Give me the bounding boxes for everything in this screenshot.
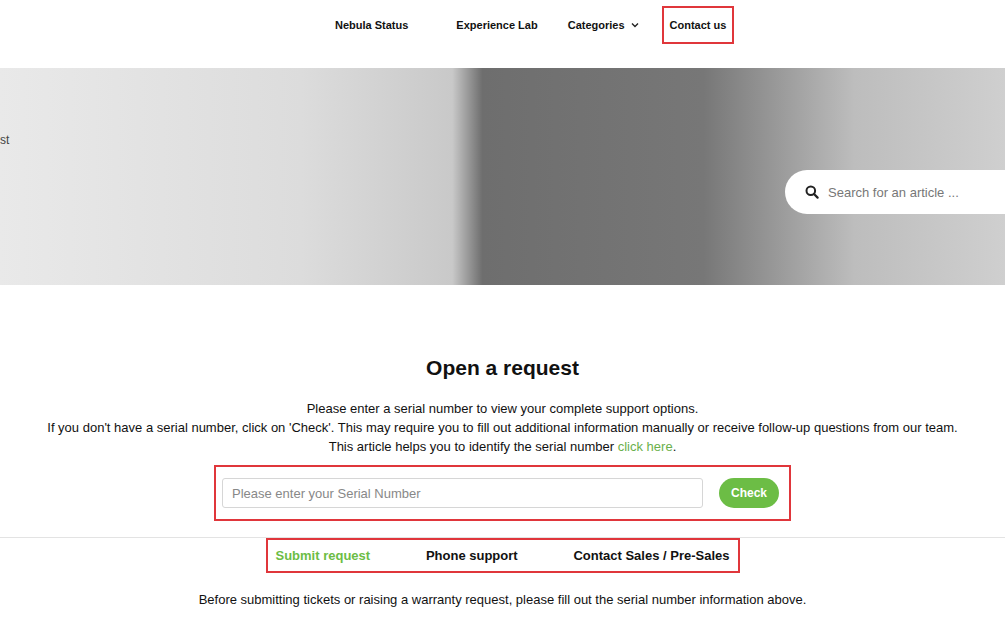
intro-line: If you don't have a serial number, click… bbox=[47, 418, 957, 437]
hero-banner: st Search for an article ... bbox=[0, 68, 1005, 285]
breadcrumb[interactable]: st bbox=[0, 133, 9, 147]
support-tab[interactable]: Submit request bbox=[276, 548, 371, 563]
request-section: Open a request Please enter a serial numb… bbox=[0, 285, 1005, 609]
request-title: Open a request bbox=[426, 355, 579, 381]
nav-item[interactable]: Nebula Status bbox=[327, 6, 416, 44]
support-tab[interactable]: Contact Sales / Pre-Sales bbox=[573, 548, 729, 563]
nav-item[interactable]: Experience Lab bbox=[448, 6, 545, 44]
support-page: Nebula Status Experience Lab Categories Con… bbox=[0, 0, 1005, 644]
request-intro: Please enter a serial number to view you… bbox=[47, 399, 957, 456]
nav-item[interactable]: Contact us bbox=[662, 6, 735, 44]
intro-line: Please enter a serial number to view you… bbox=[47, 399, 957, 418]
check-button[interactable]: Check bbox=[719, 478, 779, 508]
article-search[interactable]: Search for an article ... bbox=[785, 170, 1005, 214]
support-tabs: Submit request Phone support Contact Sales… bbox=[266, 538, 740, 573]
serial-note: Before submitting tickets or raising a w… bbox=[199, 591, 807, 609]
chevron-down-icon bbox=[630, 20, 640, 30]
search-icon bbox=[805, 185, 819, 199]
top-nav: Nebula Status Experience Lab Categories Con… bbox=[0, 0, 1005, 68]
support-tab[interactable]: Phone support bbox=[426, 548, 518, 563]
nav-item[interactable]: Categories bbox=[560, 6, 648, 44]
help-line: This article helps you to identify the s… bbox=[47, 437, 957, 456]
serial-input[interactable] bbox=[222, 478, 703, 508]
serial-form: Check bbox=[214, 465, 791, 521]
help-link[interactable]: click here bbox=[618, 439, 673, 454]
